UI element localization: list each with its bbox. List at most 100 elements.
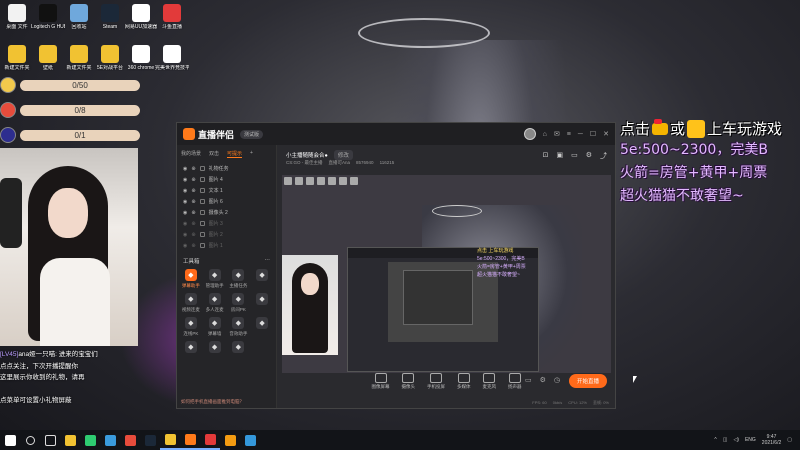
gift-icon[interactable]: ⌂ bbox=[543, 131, 547, 138]
source-item[interactable]: ◉ ⊕ 图片 1 bbox=[177, 240, 276, 251]
minimize-icon[interactable]: ─ bbox=[578, 131, 583, 138]
dock-camera[interactable]: 摄像头 bbox=[402, 372, 415, 390]
windows-start-icon[interactable] bbox=[0, 430, 20, 450]
clock[interactable]: 9:47 2021/6/2 bbox=[762, 434, 781, 446]
source-item[interactable]: ◉ ⊕ 礼物任务 bbox=[177, 163, 276, 174]
blue-app-icon[interactable] bbox=[240, 430, 260, 450]
desktop-perfect-world-shortcut[interactable]: 完美世界竞技平台 bbox=[155, 45, 189, 71]
desktop-folder-shortcut[interactable]: 壁纸 bbox=[31, 45, 65, 71]
desktop-recycle-bin-shortcut[interactable]: 回收站 bbox=[62, 4, 96, 30]
tab-scenes[interactable]: 我的场景 bbox=[181, 150, 201, 158]
tool-danmu[interactable]: ◆ 弹幕墙 bbox=[203, 317, 227, 337]
add-scene-icon[interactable]: + bbox=[250, 150, 253, 158]
notification-icon[interactable]: ▢ bbox=[787, 437, 792, 443]
eye-icon[interactable]: ◉ bbox=[183, 243, 187, 249]
menu-icon[interactable]: ≡ bbox=[567, 131, 571, 138]
tool-link[interactable]: ◆ 连线PK bbox=[179, 317, 203, 337]
dock-media[interactable]: 多媒体 bbox=[457, 372, 471, 390]
version-badge[interactable]: 测试版 bbox=[240, 129, 264, 139]
tool-empty[interactable]: ◆ bbox=[250, 269, 274, 289]
desktop-logitech-g-shortcut[interactable]: Logitech G HUB bbox=[31, 4, 65, 30]
tool-users[interactable]: ◆ 多人连麦 bbox=[203, 293, 227, 313]
douyu-icon[interactable] bbox=[200, 430, 220, 450]
eye-icon[interactable]: ◉ bbox=[183, 199, 187, 205]
eye-icon[interactable]: ◉ bbox=[183, 188, 187, 194]
layout-icon[interactable]: ▭ bbox=[571, 151, 578, 161]
tool-empty[interactable]: ◆ bbox=[203, 341, 227, 360]
tool-sound[interactable]: ◆ 音效助手 bbox=[227, 317, 251, 337]
source-item[interactable]: ◉ ⊕ 图片 3 bbox=[177, 218, 276, 229]
source-item[interactable]: ◉ ⊕ 图片 4 bbox=[177, 174, 276, 185]
red-app-icon[interactable] bbox=[120, 430, 140, 450]
tool-video[interactable]: ◆ 视频连麦 bbox=[179, 293, 203, 313]
desktop-steam-shortcut[interactable]: Steam bbox=[93, 4, 127, 30]
lock-icon[interactable]: ⊕ bbox=[191, 188, 195, 194]
source-item[interactable]: ◉ ⊕ 摄像头 2 bbox=[177, 207, 276, 218]
stream-category[interactable]: CS:GO - 最佳主播 bbox=[286, 160, 323, 166]
file-explorer-icon[interactable] bbox=[60, 430, 80, 450]
chevron-up-icon[interactable]: ^ bbox=[714, 437, 716, 443]
close-icon[interactable]: ✕ bbox=[603, 130, 609, 138]
dock-phone[interactable]: 手机投屏 bbox=[427, 372, 445, 390]
mail-icon[interactable]: ✉ bbox=[554, 130, 560, 138]
language-indicator[interactable]: ENG bbox=[745, 437, 756, 443]
tool-empty[interactable]: ◆ bbox=[250, 293, 274, 313]
volume-icon[interactable]: ◁) bbox=[733, 437, 739, 443]
dock-screen[interactable]: 图像屏幕 bbox=[372, 372, 390, 390]
tool-empty[interactable]: ◆ bbox=[250, 317, 274, 337]
steam-icon[interactable] bbox=[140, 430, 160, 450]
desktop-folder-shortcut[interactable]: 新建文件夹 bbox=[0, 45, 34, 71]
desktop-document-shortcut[interactable]: 360 chrome bbox=[124, 45, 158, 71]
dock-mic[interactable]: 麦克风 bbox=[483, 372, 496, 390]
edge-icon[interactable] bbox=[100, 430, 120, 450]
source-item[interactable]: ◉ ⊕ 图片 6 bbox=[177, 196, 276, 207]
settings-icon[interactable]: ⚙ bbox=[540, 376, 546, 384]
tab-hint[interactable]: 可提示 bbox=[227, 150, 243, 158]
orange-app-icon[interactable] bbox=[220, 430, 240, 450]
more-icon[interactable]: ⋯ bbox=[265, 257, 271, 265]
folder-icon[interactable] bbox=[160, 430, 180, 450]
green-app-icon[interactable] bbox=[80, 430, 100, 450]
eye-icon[interactable]: ◉ bbox=[183, 232, 187, 238]
record-video-icon[interactable]: ▭ bbox=[525, 376, 532, 384]
network-icon[interactable]: ◫ bbox=[723, 437, 728, 443]
stream-title[interactable]: 小主播随随会合● bbox=[286, 151, 328, 159]
lock-icon[interactable]: ⊕ bbox=[191, 199, 195, 205]
desktop-file-shortcut[interactable]: 桌面 文件 bbox=[0, 4, 34, 30]
tool-empty[interactable]: ◆ bbox=[227, 341, 251, 360]
lock-icon[interactable]: ⊕ bbox=[191, 232, 195, 238]
tool-gift[interactable]: ◆ 弹幕助手 bbox=[179, 269, 203, 289]
share-icon[interactable]: ⤴ bbox=[600, 151, 607, 161]
desktop-app-shortcut[interactable]: 斗鱼直播 bbox=[155, 4, 189, 30]
source-item[interactable]: ◉ ⊕ 文本 1 bbox=[177, 185, 276, 196]
tool-tasks[interactable]: ◆ 主播任务 bbox=[227, 269, 251, 289]
stream-preview[interactable]: 点击 上车玩游戏 5e:500~2300，完美B 火箭=房管+黄甲+周票 超火猫… bbox=[282, 175, 611, 373]
tool-mic[interactable]: ◆ 管理助手 bbox=[203, 269, 227, 289]
eye-icon[interactable]: ◉ bbox=[183, 210, 187, 216]
tab-double[interactable]: 双击 bbox=[209, 150, 219, 158]
timer-icon[interactable]: ◷ bbox=[554, 376, 560, 384]
record-icon[interactable]: ⊡ bbox=[543, 151, 549, 161]
lock-icon[interactable]: ⊕ bbox=[191, 210, 195, 216]
desktop-uu-accelerator-shortcut[interactable]: 网易UU加速器 bbox=[124, 4, 158, 30]
desktop-folder-shortcut[interactable]: 新建文件夹 bbox=[62, 45, 96, 71]
eye-icon[interactable]: ◉ bbox=[183, 177, 187, 183]
edit-title-button[interactable]: 修改 bbox=[333, 150, 353, 160]
desktop-5e-platform-shortcut[interactable]: 5E对战平台 bbox=[93, 45, 127, 71]
lock-icon[interactable]: ⊕ bbox=[191, 166, 195, 172]
eye-icon[interactable]: ◉ bbox=[183, 221, 187, 227]
lock-icon[interactable]: ⊕ bbox=[191, 221, 195, 227]
screenshot-icon[interactable]: ▣ bbox=[556, 151, 563, 161]
lock-icon[interactable]: ⊕ bbox=[191, 243, 195, 249]
tool-pk[interactable]: ◆ 房间PK bbox=[227, 293, 251, 313]
help-link[interactable]: 如何把手机直播画面推到电脑？ bbox=[181, 399, 244, 405]
start-live-button[interactable]: 开始直播 bbox=[568, 374, 607, 388]
live-companion-icon[interactable] bbox=[180, 430, 200, 450]
search-icon[interactable] bbox=[20, 430, 40, 450]
tool-empty[interactable]: ◆ bbox=[179, 341, 203, 360]
avatar[interactable] bbox=[523, 128, 536, 140]
eye-icon[interactable]: ◉ bbox=[183, 166, 187, 172]
settings-icon[interactable]: ⚙ bbox=[586, 151, 592, 161]
maximize-icon[interactable]: ☐ bbox=[590, 130, 596, 138]
dock-speaker[interactable]: 扬声器 bbox=[508, 372, 522, 390]
